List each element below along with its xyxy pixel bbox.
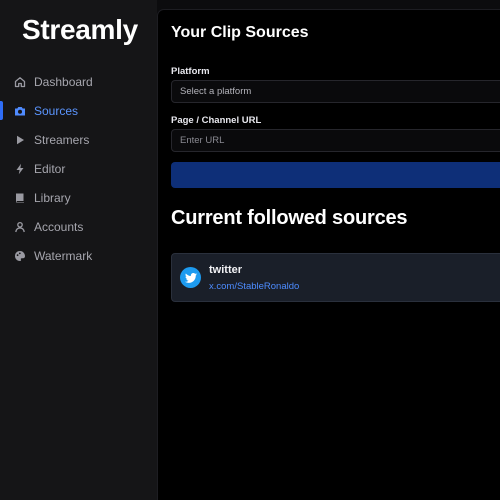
sidebar-item-label: Sources xyxy=(34,103,79,118)
sidebar-nav: Dashboard Sources Streamers Editor Libra… xyxy=(0,67,157,270)
sidebar-item-label: Watermark xyxy=(34,248,93,263)
main-panel: Your Clip Sources Platform Select a plat… xyxy=(157,9,500,500)
app-window: Streamly Dashboard Sources Streamers Edi… xyxy=(0,0,500,500)
sidebar: Streamly Dashboard Sources Streamers Edi… xyxy=(0,0,157,500)
book-icon xyxy=(13,191,27,205)
palette-icon xyxy=(13,249,27,263)
add-source-button[interactable] xyxy=(171,162,500,188)
platform-select[interactable]: Select a platform xyxy=(171,80,500,103)
url-label: Page / Channel URL xyxy=(171,115,262,126)
platform-select-value: Select a platform xyxy=(180,86,252,97)
followed-sources-title: Current followed sources xyxy=(171,207,408,229)
sidebar-item-streamers[interactable]: Streamers xyxy=(0,125,157,154)
url-input[interactable]: Enter URL xyxy=(171,129,500,152)
sidebar-item-label: Editor xyxy=(34,161,66,176)
home-icon xyxy=(13,75,27,89)
bolt-icon xyxy=(13,162,27,176)
sidebar-item-label: Library xyxy=(34,190,71,205)
page-title: Your Clip Sources xyxy=(171,24,309,41)
camera-icon xyxy=(13,104,27,118)
user-icon xyxy=(13,220,27,234)
play-icon xyxy=(13,133,27,147)
platform-label: Platform xyxy=(171,66,210,77)
source-url-link[interactable]: x.com/StableRonaldo xyxy=(209,281,299,292)
sidebar-item-watermark[interactable]: Watermark xyxy=(0,241,157,270)
sidebar-item-dashboard[interactable]: Dashboard xyxy=(0,67,157,96)
twitter-icon xyxy=(180,267,201,288)
source-platform: twitter xyxy=(209,264,242,276)
url-input-placeholder: Enter URL xyxy=(180,135,225,146)
sidebar-item-label: Accounts xyxy=(34,219,84,234)
brand-logo[interactable]: Streamly xyxy=(22,14,138,46)
sidebar-item-library[interactable]: Library xyxy=(0,183,157,212)
source-card[interactable]: twitter x.com/StableRonaldo xyxy=(171,253,500,302)
sidebar-item-accounts[interactable]: Accounts xyxy=(0,212,157,241)
sidebar-item-label: Streamers xyxy=(34,132,90,147)
sidebar-item-sources[interactable]: Sources xyxy=(0,96,157,125)
sidebar-item-editor[interactable]: Editor xyxy=(0,154,157,183)
sidebar-item-label: Dashboard xyxy=(34,74,93,89)
